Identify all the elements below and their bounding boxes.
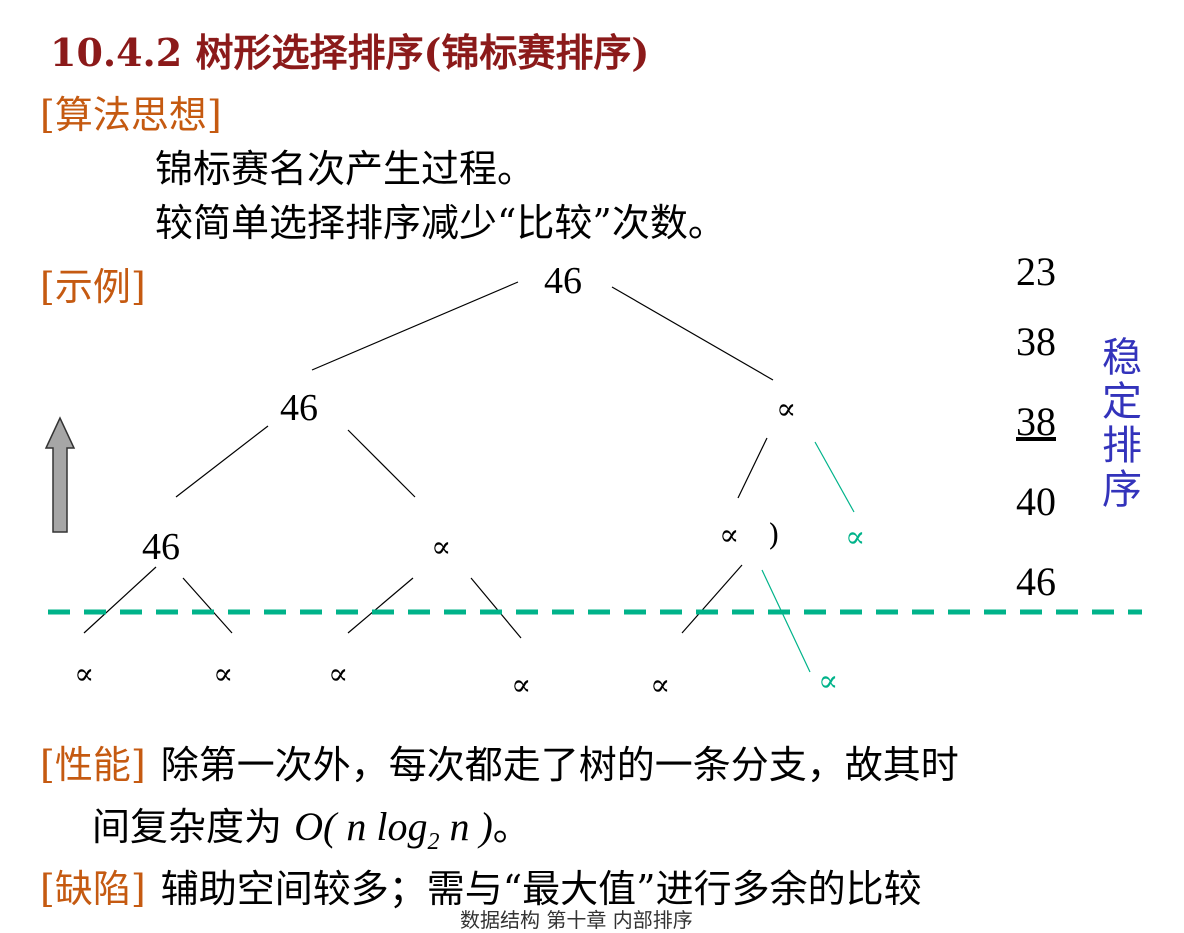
sorted-value-1: 23	[1016, 249, 1056, 294]
tree-leaf-6: ∝	[818, 664, 839, 699]
tree-edges	[83, 281, 774, 639]
performance-line-2: 间复杂度为 O( n log2 n )。	[92, 796, 531, 856]
performance-line-2-prefix: 间复杂度为	[92, 805, 283, 849]
sorted-value-5: 46	[1016, 559, 1056, 604]
tree-edges-teal	[761, 441, 855, 673]
edge-leaf-5	[681, 564, 743, 634]
tree-l2-node-3: ∝	[719, 518, 740, 553]
complexity-formula: O( n log2 n )	[294, 804, 493, 855]
tree-leaf-3: ∝	[328, 657, 349, 692]
tree-l2-node-5: ∝	[845, 520, 866, 555]
stable-char-2: 定	[1102, 379, 1142, 425]
formula-n2: n	[449, 804, 470, 849]
performance-line-2-suffix: 。	[492, 805, 531, 849]
performance-line-1: 除第一次外，每次都走了树的一条分支，故其时	[160, 743, 959, 787]
sorted-value-2: 38	[1016, 319, 1056, 364]
tree-l1-left-node: 46	[280, 387, 318, 429]
slide-footer: 数据结构 第十章 内部排序	[460, 908, 693, 932]
tree-root-node: 46	[544, 260, 582, 302]
sorted-value-4: 40	[1016, 479, 1056, 524]
tree-leaf-2: ∝	[213, 657, 234, 692]
defect-label: [缺陷]	[40, 867, 146, 911]
tree-l2-node-2: ∝	[431, 530, 452, 565]
edge-teal-2	[761, 569, 811, 673]
edge-l1-left-left	[175, 425, 269, 498]
tree-l2-node-4: )	[768, 518, 780, 553]
tree-leaf-5: ∝	[650, 668, 671, 703]
formula-sub: 2	[427, 829, 440, 855]
edge-l1-right-left	[737, 437, 768, 499]
formula-close: )	[479, 804, 493, 849]
performance-label: [性能]	[40, 743, 146, 787]
tree-leaf-4: ∝	[511, 668, 532, 703]
tree-l2-node-1: 46	[142, 526, 180, 568]
up-arrow-icon	[44, 416, 76, 533]
edge-root-right	[611, 286, 774, 381]
edge-l1-left-right	[347, 429, 416, 498]
tree-l1-right-node: ∝	[776, 392, 797, 427]
stable-char-4: 序	[1102, 467, 1142, 513]
formula-log: log	[376, 804, 428, 849]
tree-leaf-1: ∝	[74, 657, 95, 692]
performance-block: [性能] 除第一次外，每次都走了树的一条分支，故其时	[40, 734, 959, 789]
edge-leaf-3	[347, 577, 414, 634]
edge-root-left	[311, 281, 519, 371]
formula-o: O(	[294, 804, 337, 849]
edge-leaf-4	[470, 577, 522, 639]
stable-char-3: 排	[1102, 423, 1142, 469]
stable-char-1: 稳	[1102, 335, 1142, 381]
edge-leaf-1	[83, 566, 157, 634]
sorted-value-3: 38	[1016, 399, 1056, 444]
edge-teal-1	[814, 441, 855, 513]
formula-n: n	[346, 804, 367, 849]
stable-sort-label: 稳 定 排 序	[1100, 336, 1144, 512]
edge-leaf-2	[182, 577, 233, 634]
